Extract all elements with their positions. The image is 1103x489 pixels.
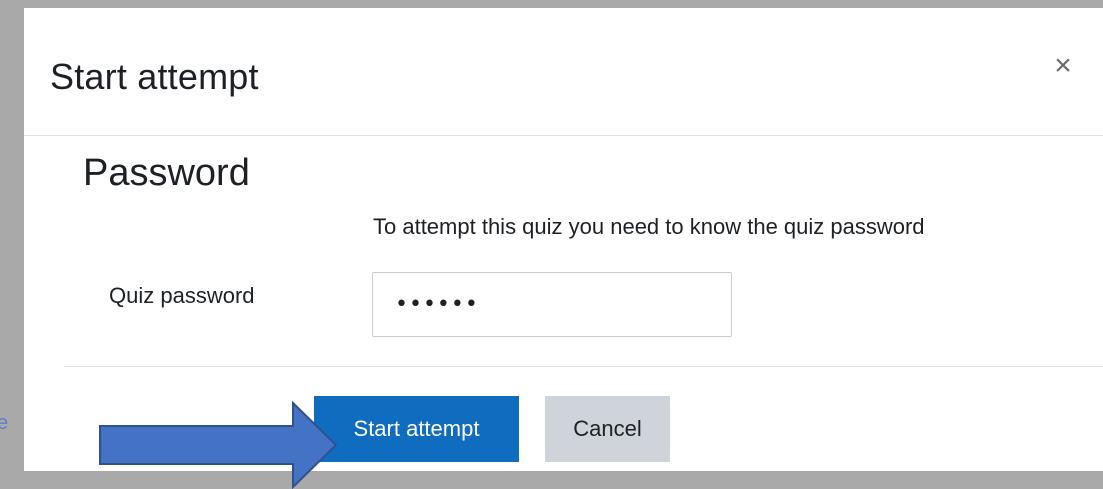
password-help-text: To attempt this quiz you need to know th…: [373, 214, 925, 239]
footer-divider: [64, 366, 1103, 367]
quiz-password-input[interactable]: [372, 272, 732, 337]
close-icon[interactable]: ×: [1045, 48, 1081, 84]
cancel-button[interactable]: Cancel: [545, 396, 670, 462]
background-page-link[interactable]: e: [0, 412, 8, 435]
dialog-title: Start attempt: [50, 56, 259, 97]
section-title-password: Password: [83, 152, 250, 194]
dialog-header: Start attempt ×: [24, 8, 1103, 136]
background-page: e: [0, 0, 24, 489]
start-attempt-button[interactable]: Start attempt: [314, 396, 519, 462]
quiz-password-label: Quiz password: [109, 283, 255, 308]
annotation-arrow-icon: [99, 400, 338, 489]
